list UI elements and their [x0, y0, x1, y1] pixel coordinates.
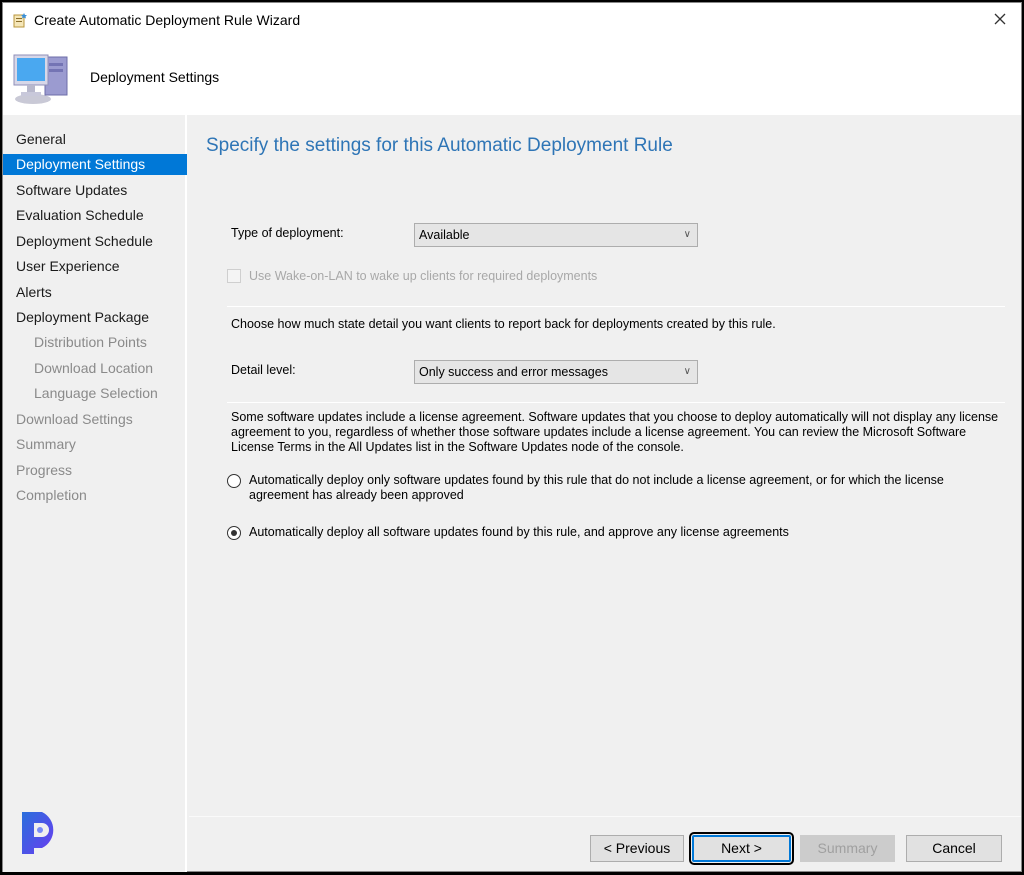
section-divider: [227, 306, 1005, 307]
nav-item-completion: Completion: [16, 487, 87, 503]
wake-on-lan-option: Use Wake-on-LAN to wake up clients for r…: [227, 269, 597, 283]
footer-divider: [189, 816, 1021, 817]
page-step-title: Deployment Settings: [90, 69, 220, 85]
license-option-approve-all[interactable]: Automatically deploy all software update…: [227, 525, 949, 540]
nav-item-distribution-points: Distribution Points: [34, 334, 147, 350]
license-option-label: Automatically deploy all software update…: [249, 525, 789, 539]
section-divider: [227, 402, 1005, 403]
chevron-down-icon: ∨: [683, 229, 691, 240]
chevron-down-icon: ∨: [683, 366, 691, 377]
detail-level-label: Detail level:: [231, 363, 296, 377]
wizard-header: Deployment Settings: [3, 37, 1021, 115]
state-detail-description: Choose how much state detail you want cl…: [231, 317, 776, 331]
detail-level-value: Only success and error messages: [419, 365, 608, 379]
nav-item-user-experience[interactable]: User Experience: [3, 256, 187, 277]
summary-button: Summary: [800, 835, 895, 862]
nav-item-deployment-schedule[interactable]: Deployment Schedule: [3, 231, 187, 252]
nav-item-evaluation-schedule[interactable]: Evaluation Schedule: [3, 205, 187, 226]
cancel-button[interactable]: Cancel: [906, 835, 1002, 862]
page-heading: Specify the settings for this Automatic …: [206, 135, 673, 156]
brand-logo-icon: [20, 810, 64, 856]
nav-item-download-location: Download Location: [34, 360, 154, 376]
next-button[interactable]: Next >: [689, 832, 794, 865]
wizard-content: Specify the settings for this Automatic …: [189, 115, 1021, 815]
previous-button[interactable]: < Previous: [590, 835, 684, 862]
nav-item-progress: Progress: [16, 462, 73, 478]
nav-item-deployment-settings[interactable]: Deployment Settings: [3, 154, 187, 175]
radio-button[interactable]: [227, 474, 241, 488]
wake-on-lan-label: Use Wake-on-LAN to wake up clients for r…: [249, 269, 598, 283]
wizard-window: Create Automatic Deployment Rule Wizard …: [2, 2, 1022, 872]
close-button[interactable]: [983, 3, 1017, 35]
detail-level-select[interactable]: Only success and error messages ∨: [414, 360, 698, 384]
wake-on-lan-checkbox: [227, 269, 241, 283]
nav-item-alerts[interactable]: Alerts: [3, 282, 187, 303]
nav-item-general[interactable]: General: [3, 129, 187, 150]
nav-item-download-settings: Download Settings: [16, 411, 133, 427]
close-icon: [994, 13, 1006, 25]
window-title: Create Automatic Deployment Rule Wizard: [34, 12, 301, 28]
nav-item-software-updates[interactable]: Software Updates: [3, 180, 187, 201]
wizard-nav: General Deployment Settings Software Upd…: [3, 115, 187, 872]
nav-item-language-selection: Language Selection: [34, 385, 158, 401]
license-option-label: Automatically deploy only software updat…: [249, 473, 944, 502]
radio-button-selected[interactable]: [227, 526, 241, 540]
computer-icon: [11, 49, 71, 107]
license-option-no-license[interactable]: Automatically deploy only software updat…: [227, 473, 949, 503]
type-of-deployment-select[interactable]: Available ∨: [414, 223, 698, 247]
nav-item-deployment-package[interactable]: Deployment Package: [3, 307, 187, 328]
type-of-deployment-label: Type of deployment:: [231, 226, 344, 240]
nav-item-summary: Summary: [16, 436, 76, 452]
type-of-deployment-value: Available: [419, 228, 470, 242]
wizard-icon: [12, 12, 28, 28]
license-description: Some software updates include a license …: [231, 410, 999, 454]
title-bar: Create Automatic Deployment Rule Wizard: [3, 3, 1021, 37]
